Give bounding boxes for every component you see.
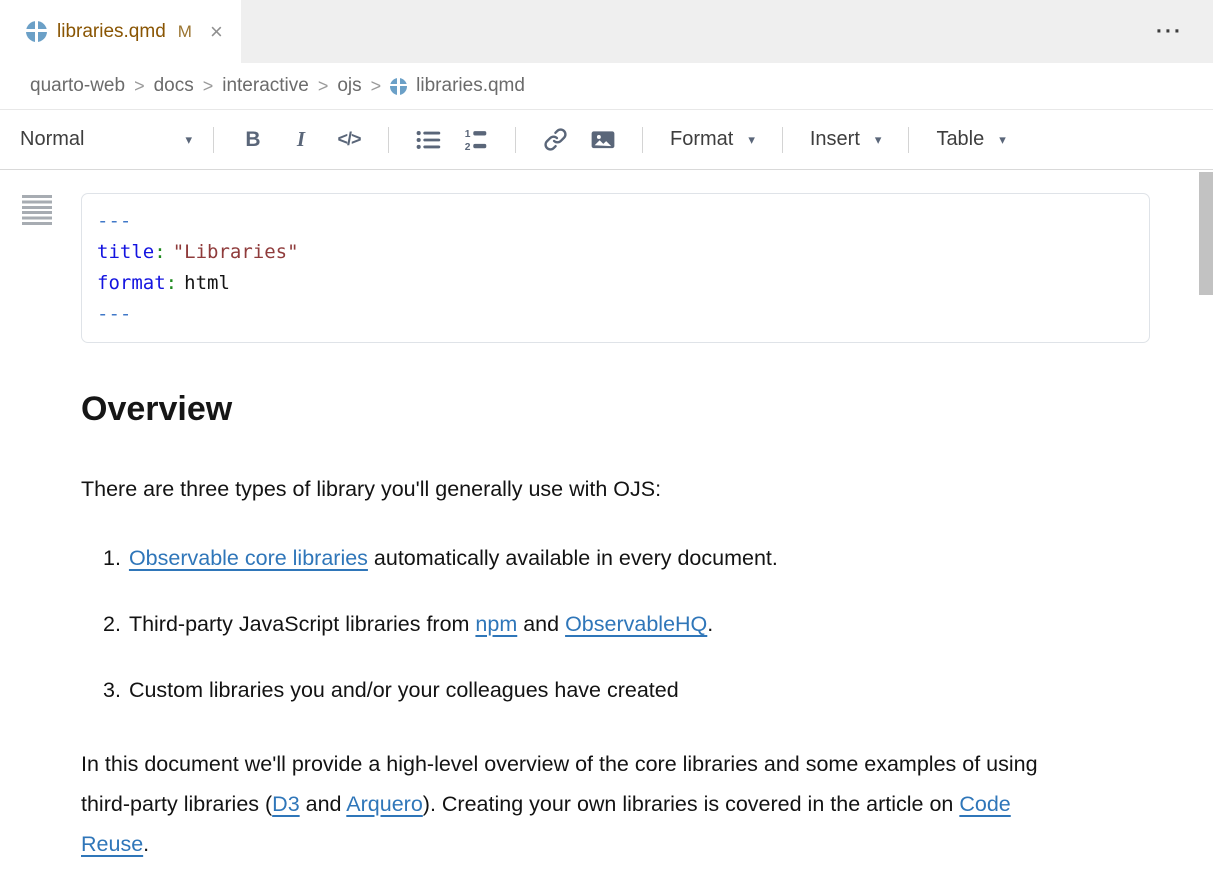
chevron-down-icon: ▾ — [875, 132, 882, 148]
insert-link-button[interactable] — [531, 120, 579, 160]
list-item-text-rest: . — [707, 612, 713, 636]
tab-bar: libraries.qmd M × ··· — [0, 0, 1213, 63]
breadcrumb-item-interactive[interactable]: interactive — [222, 75, 309, 97]
chevron-right-icon: > — [134, 76, 145, 97]
list-item-number: 2. — [81, 610, 129, 638]
toolbar-divider — [213, 127, 214, 153]
outro-text: and — [300, 792, 347, 816]
tab-libraries-qmd[interactable]: libraries.qmd M × — [0, 0, 241, 63]
breadcrumb-item-ojs[interactable]: ojs — [337, 75, 361, 97]
svg-text:1: 1 — [465, 129, 471, 140]
block-drag-handle-icon[interactable] — [22, 195, 52, 227]
document-content[interactable]: --- title: "Libraries" format: html --- Ov… — [0, 170, 1213, 864]
yaml-delimiter: --- — [97, 303, 131, 325]
yaml-value-format: html — [184, 272, 230, 294]
list-item-number: 1. — [81, 544, 129, 572]
app-window: libraries.qmd M × ··· quarto-web > docs … — [0, 0, 1213, 889]
list-item-text: Third-party JavaScript libraries from np… — [129, 610, 713, 638]
insert-menu-label: Insert — [810, 128, 860, 151]
yaml-colon: : — [154, 241, 165, 263]
tab-filename: libraries.qmd — [57, 21, 166, 43]
list-item-text-lead: Third-party JavaScript libraries from — [129, 612, 475, 636]
link-npm[interactable]: npm — [475, 612, 517, 636]
insert-image-button[interactable] — [579, 120, 627, 160]
link-observable-core-libraries[interactable]: Observable core libraries — [129, 546, 368, 570]
yaml-line: format: html — [97, 268, 1134, 299]
chevron-right-icon: > — [318, 76, 329, 97]
list-item: 2. Third-party JavaScript libraries from… — [81, 610, 1150, 638]
link-observablehq[interactable]: ObservableHQ — [565, 612, 707, 636]
yaml-line: title: "Libraries" — [97, 237, 1134, 268]
yaml-delimiter: --- — [97, 210, 131, 232]
toolbar-divider — [782, 127, 783, 153]
breadcrumb: quarto-web > docs > interactive > ojs > … — [0, 63, 1213, 110]
quarto-file-icon — [390, 78, 407, 95]
yaml-line: --- — [97, 206, 1134, 237]
toolbar-divider — [642, 127, 643, 153]
list-item: 3. Custom libraries you and/or your coll… — [81, 676, 1150, 704]
code-button[interactable]: </> — [325, 120, 373, 160]
insert-menu-button[interactable]: Insert ▾ — [798, 128, 894, 151]
italic-button[interactable]: I — [277, 120, 325, 160]
yaml-line: --- — [97, 299, 1134, 330]
table-menu-label: Table — [936, 128, 984, 151]
formatting-toolbar: Normal ▾ B I </> 12 — [0, 110, 1213, 170]
image-icon — [590, 127, 616, 153]
numbered-list-button[interactable]: 12 — [452, 120, 500, 160]
chevron-right-icon: > — [203, 76, 214, 97]
chevron-right-icon: > — [371, 76, 382, 97]
intro-paragraph: There are three types of library you'll … — [81, 474, 1150, 504]
breadcrumb-item-quarto-web[interactable]: quarto-web — [30, 75, 125, 97]
bold-button[interactable]: B — [229, 120, 277, 160]
chevron-down-icon: ▾ — [185, 132, 192, 148]
list-item-text-rest: automatically available in every documen… — [368, 546, 778, 570]
paragraph-style-value: Normal — [20, 128, 84, 151]
format-menu-label: Format — [670, 128, 733, 151]
numbered-list-icon: 12 — [463, 127, 489, 153]
outro-paragraph: In this document we'll provide a high-le… — [81, 744, 1071, 864]
quarto-file-icon — [26, 21, 47, 42]
heading-overview: Overview — [81, 389, 1150, 430]
yaml-front-matter-block[interactable]: --- title: "Libraries" format: html --- — [81, 193, 1150, 343]
list-item: 1. Observable core libraries automatical… — [81, 544, 1150, 572]
table-menu-button[interactable]: Table ▾ — [924, 128, 1017, 151]
outro-text: . — [143, 832, 149, 856]
link-arquero[interactable]: Arquero — [346, 792, 423, 816]
outro-text: ). Creating your own libraries is covere… — [423, 792, 960, 816]
chevron-down-icon: ▾ — [999, 132, 1006, 148]
vertical-scrollbar-thumb[interactable] — [1199, 172, 1213, 295]
yaml-value-title: "Libraries" — [173, 241, 299, 263]
list-item-number: 3. — [81, 676, 129, 704]
yaml-colon: : — [166, 272, 177, 294]
yaml-key-format: format — [97, 272, 166, 294]
bulleted-list-icon — [415, 127, 441, 153]
format-menu-button[interactable]: Format ▾ — [658, 128, 767, 151]
toolbar-divider — [908, 127, 909, 153]
numbered-list: 1. Observable core libraries automatical… — [81, 544, 1150, 704]
list-item-text: Custom libraries you and/or your colleag… — [129, 676, 679, 704]
list-item-text: Observable core libraries automatically … — [129, 544, 778, 572]
list-item-text-mid: and — [517, 612, 565, 636]
link-icon — [543, 127, 568, 152]
paragraph-style-select[interactable]: Normal ▾ — [14, 128, 198, 151]
tab-bar-spacer — [241, 0, 1156, 63]
breadcrumb-item-docs[interactable]: docs — [154, 75, 194, 97]
toolbar-divider — [388, 127, 389, 153]
link-d3[interactable]: D3 — [272, 792, 299, 816]
yaml-key-title: title — [97, 241, 154, 263]
more-actions-icon[interactable]: ··· — [1156, 20, 1183, 44]
close-icon[interactable]: × — [210, 21, 223, 43]
svg-text:2: 2 — [465, 141, 471, 152]
toolbar-divider — [515, 127, 516, 153]
breadcrumb-item-file[interactable]: libraries.qmd — [416, 75, 525, 97]
modified-badge: M — [178, 22, 192, 42]
chevron-down-icon: ▾ — [748, 132, 755, 148]
visual-editor-pane[interactable]: --- title: "Libraries" format: html --- Ov… — [0, 170, 1213, 888]
bulleted-list-button[interactable] — [404, 120, 452, 160]
